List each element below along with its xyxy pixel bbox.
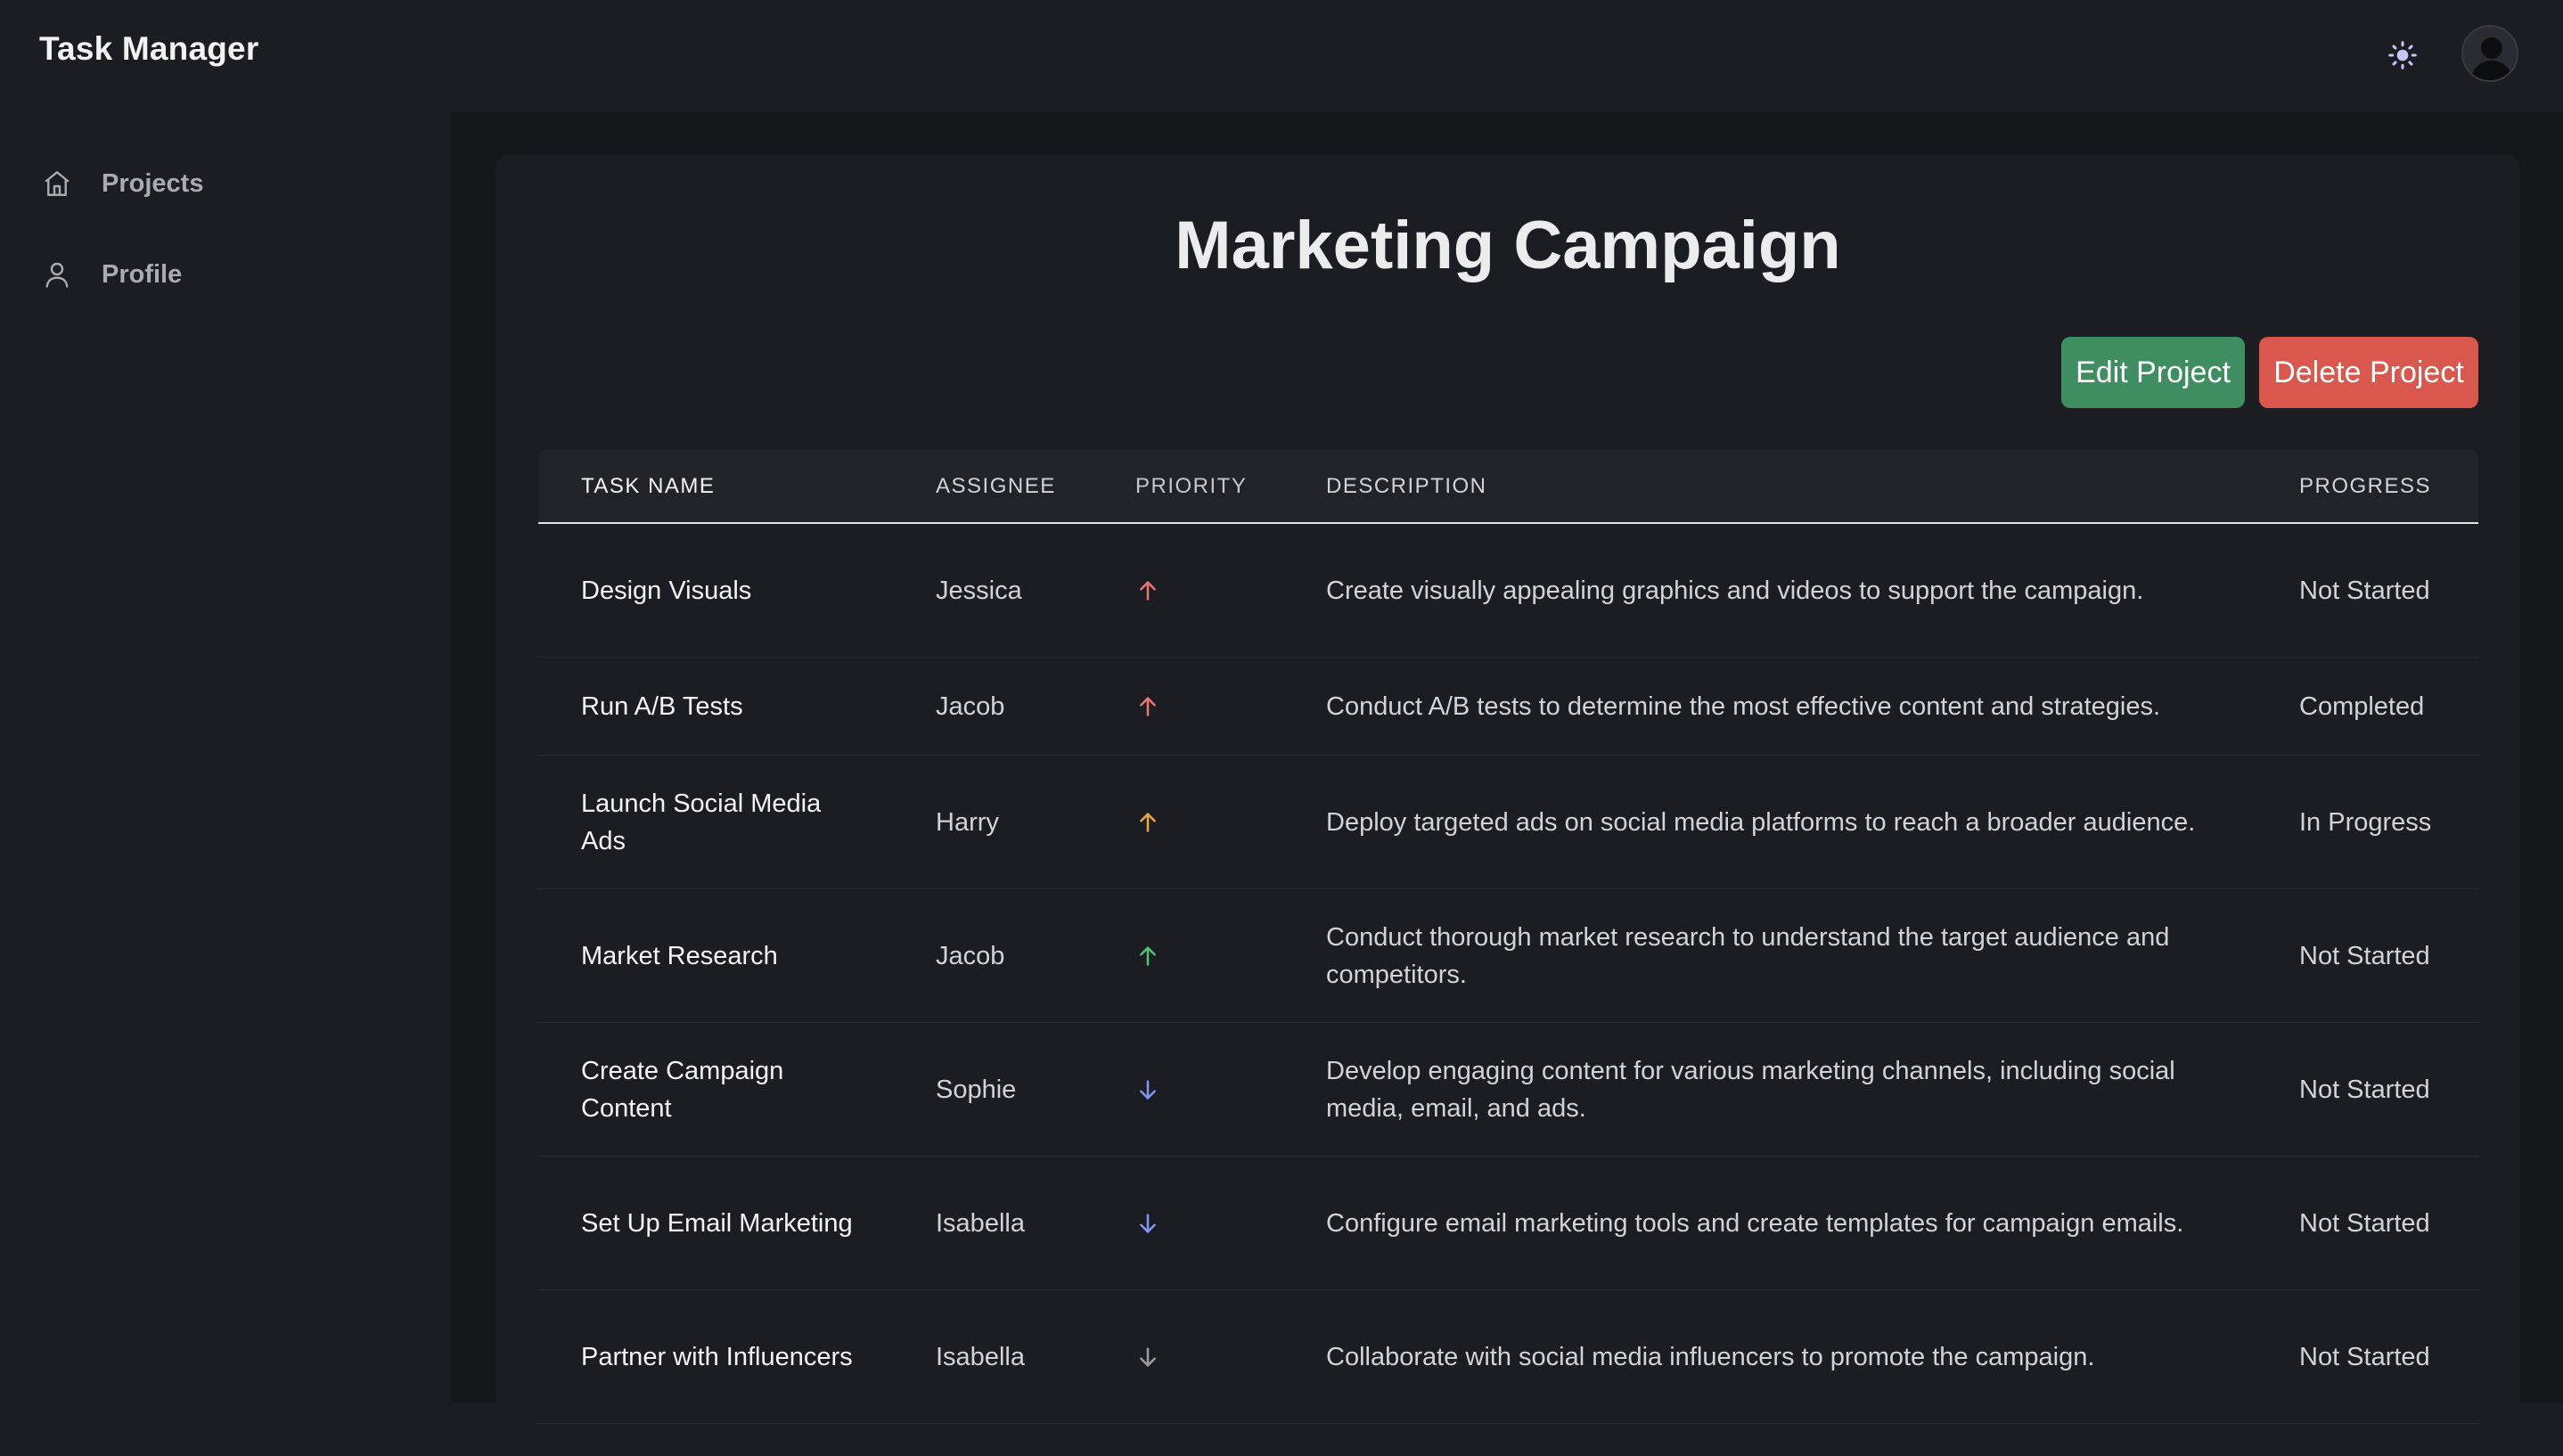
task-priority — [1135, 524, 1189, 657]
task-priority — [1135, 756, 1189, 888]
table-row[interactable]: Launch Social Media Ads Harry Deploy targe… — [538, 756, 2478, 889]
task-description: Conduct A/B tests to determine the most … — [1326, 691, 2161, 721]
tasks-table: TASK NAME ASSIGNEE PRIORITY DESCRIPTION … — [538, 449, 2478, 1424]
task-assignee: Sophie — [936, 1075, 1017, 1104]
table-row[interactable]: Set Up Email Marketing Isabella Configure … — [538, 1157, 2478, 1290]
project-card: Marketing Campaign Edit Project Delete P… — [495, 155, 2520, 1456]
task-priority — [1135, 658, 1189, 755]
task-description: Configure email marketing tools and crea… — [1326, 1208, 2184, 1238]
sidebar-item-label: Projects — [102, 168, 204, 198]
sidebar-item-projects[interactable]: Projects — [39, 157, 414, 210]
task-priority — [1135, 889, 1189, 1022]
task-name: Run A/B Tests — [581, 691, 743, 721]
task-progress: Not Started — [2299, 1075, 2430, 1104]
task-description: Deploy targeted ads on social media plat… — [1326, 807, 2196, 837]
task-name: Set Up Email Marketing — [581, 1208, 853, 1238]
sidebar-item-profile[interactable]: Profile — [39, 248, 414, 301]
task-priority — [1135, 1157, 1189, 1289]
task-progress: Not Started — [2299, 1342, 2430, 1371]
app-title: Task Manager — [39, 30, 259, 67]
arrow-up-icon — [1140, 812, 1156, 832]
arrow-down-icon — [1140, 1346, 1156, 1367]
main-content: Marketing Campaign Edit Project Delete P… — [451, 112, 2563, 1456]
task-name: Launch Social Media Ads — [581, 789, 822, 855]
task-description: Conduct thorough market research to unde… — [1326, 922, 2170, 989]
task-progress: Not Started — [2299, 576, 2430, 605]
table-header: TASK NAME ASSIGNEE PRIORITY DESCRIPTION … — [538, 449, 2478, 524]
task-assignee: Jessica — [936, 576, 1022, 605]
task-progress: In Progress — [2299, 807, 2432, 837]
user-avatar-icon — [2463, 27, 2517, 80]
task-name: Partner with Influencers — [581, 1342, 853, 1371]
column-header-assignee[interactable]: ASSIGNEE — [936, 449, 1114, 524]
table-row[interactable]: Market Research Jacob Conduct thorough mar… — [538, 889, 2478, 1023]
task-progress: Completed — [2299, 691, 2425, 721]
user-icon — [39, 257, 75, 292]
task-priority — [1135, 1290, 1189, 1423]
sidebar: Projects Profile — [0, 112, 451, 1403]
table-row[interactable]: Design Visuals Jessica Create visually app… — [538, 524, 2478, 658]
task-assignee: Jacob — [936, 941, 1005, 970]
table-row[interactable]: Create Campaign Content Sophie Develop eng… — [538, 1023, 2478, 1157]
top-bar: Task Manager — [0, 0, 2563, 112]
task-progress: Not Started — [2299, 941, 2430, 970]
task-progress: Not Started — [2299, 1208, 2430, 1238]
home-icon — [39, 166, 75, 201]
table-row[interactable]: Partner with Influencers Isabella Collabor… — [538, 1290, 2478, 1424]
page-title: Marketing Campaign — [1175, 208, 1841, 283]
task-assignee: Isabella — [936, 1208, 1025, 1238]
table-body: Design Visuals Jessica Create visually app… — [538, 524, 2478, 1424]
task-description: Collaborate with social media influencer… — [1326, 1342, 2095, 1371]
sidebar-item-label: Profile — [102, 259, 183, 289]
column-header-priority[interactable]: PRIORITY — [1135, 449, 1246, 524]
arrow-up-icon — [1140, 945, 1156, 966]
arrow-up-icon — [1140, 580, 1156, 601]
arrow-up-icon — [1140, 696, 1156, 716]
table-row[interactable]: Run A/B Tests Jacob Conduct A/B tests to d… — [538, 658, 2478, 756]
theme-toggle-button[interactable] — [2383, 36, 2422, 75]
task-name: Market Research — [581, 941, 778, 970]
arrow-down-icon — [1140, 1079, 1156, 1100]
sun-icon — [2388, 41, 2417, 70]
task-description: Develop engaging content for various mar… — [1326, 1056, 2175, 1123]
avatar[interactable] — [2461, 25, 2518, 82]
task-assignee: Isabella — [936, 1342, 1025, 1371]
column-header-description[interactable]: DESCRIPTION — [1326, 449, 2235, 524]
task-priority — [1135, 1023, 1189, 1156]
arrow-down-icon — [1140, 1213, 1156, 1233]
task-description: Create visually appealing graphics and v… — [1326, 576, 2144, 605]
column-header-task-name[interactable]: TASK NAME — [581, 449, 866, 524]
column-header-progress[interactable]: PROGRESS — [2299, 449, 2469, 524]
task-name: Create Campaign Content — [581, 1056, 784, 1123]
task-assignee: Harry — [936, 807, 999, 837]
task-assignee: Jacob — [936, 691, 1005, 721]
delete-project-button[interactable]: Delete Project — [2259, 337, 2478, 408]
edit-project-button[interactable]: Edit Project — [2061, 337, 2245, 408]
task-name: Design Visuals — [581, 576, 752, 605]
